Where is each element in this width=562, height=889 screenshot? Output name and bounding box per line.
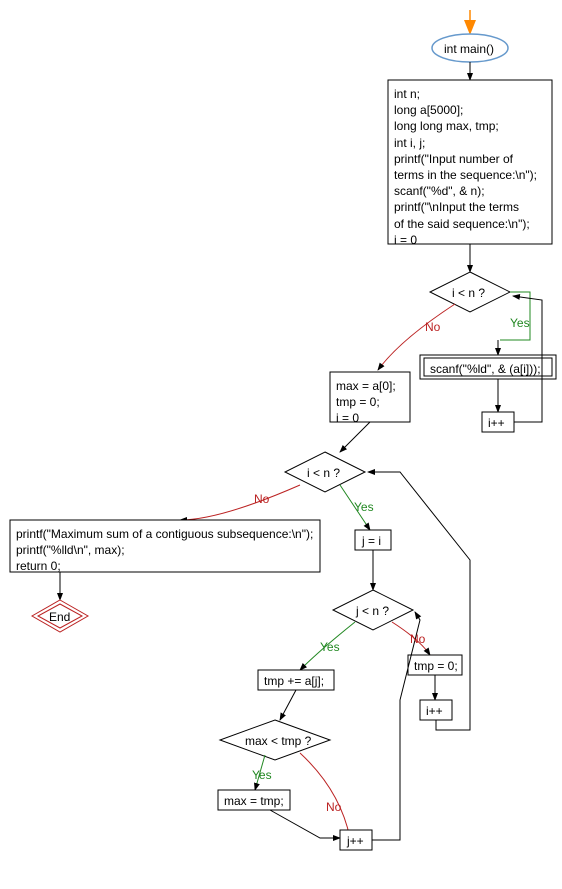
scanf-ai: scanf("%ld", & (a[i])); (430, 361, 541, 377)
tmp-zero: tmp = 0; (414, 658, 458, 674)
j-plus-plus: j++ (347, 833, 364, 849)
final-print: printf("Maximum sum of a contiguous subs… (16, 526, 313, 575)
label-yes-4: Yes (252, 768, 272, 782)
cond-max-lt-tmp: max < tmp ? (245, 733, 311, 749)
label-yes-1: Yes (510, 316, 530, 330)
cond-j-lt-n: j < n ? (356, 603, 389, 619)
label-yes-2: Yes (354, 500, 374, 514)
label-no-1: No (425, 320, 440, 334)
label-yes-3: Yes (320, 640, 340, 654)
tmp-plus-aj: tmp += a[j]; (264, 673, 324, 689)
main-fn-label: int main() (444, 41, 494, 57)
declarations-block: int n; long a[5000]; long long max, tmp;… (394, 86, 548, 248)
label-no-2: No (254, 492, 269, 506)
cond-i-lt-n-1: i < n ? (452, 285, 485, 301)
label-no-3: No (410, 632, 425, 646)
i-plus-plus-1: i++ (488, 415, 505, 431)
end-node: End (49, 609, 70, 625)
max-eq-tmp: max = tmp; (224, 793, 284, 809)
cond-i-lt-n-2: i < n ? (307, 465, 340, 481)
init-max: max = a[0]; tmp = 0; i = 0 (336, 378, 396, 427)
label-no-4: No (326, 800, 341, 814)
i-plus-plus-2: i++ (426, 703, 443, 719)
j-eq-i: j = i (362, 533, 381, 549)
